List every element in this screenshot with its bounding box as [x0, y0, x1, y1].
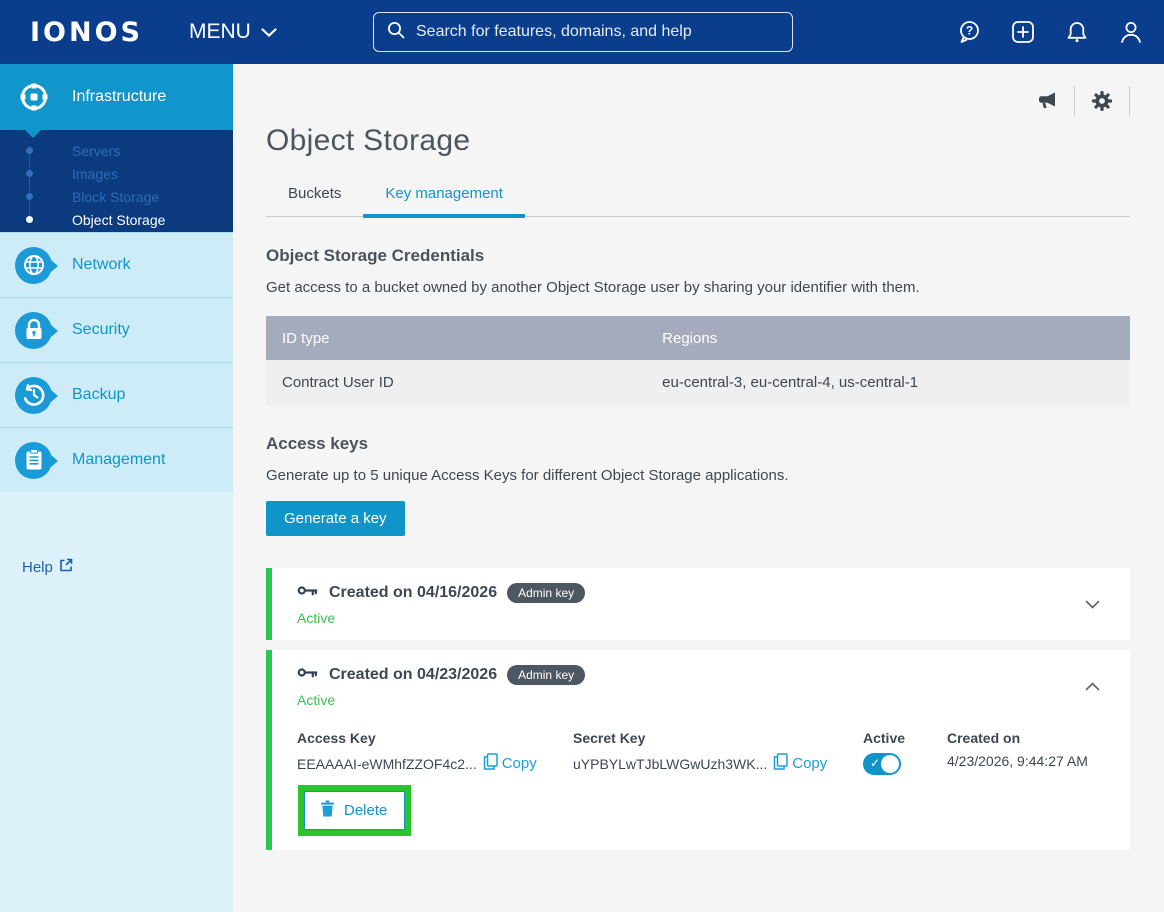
access-key-value: EEAAAAI-eWMhfZZOF4c2...: [297, 756, 477, 772]
access-key-column: Access Key EEAAAAI-eWMhfZZOF4c2... Copy: [297, 730, 573, 775]
key-icon: [297, 583, 319, 603]
bullet-icon: [26, 193, 33, 200]
icon-separator: [1129, 86, 1130, 116]
key-status: Active: [297, 610, 1100, 626]
settings-gear-icon[interactable]: [1089, 88, 1115, 114]
search-icon: [386, 20, 406, 45]
infrastructure-icon: [15, 79, 52, 116]
secret-key-label: Secret Key: [573, 730, 863, 746]
copy-access-key-link[interactable]: Copy: [483, 753, 537, 774]
external-link-icon: [59, 558, 73, 576]
annotation-highlight-box: Delete: [298, 785, 411, 836]
access-key-card-2: Created on 04/23/2026 Admin key Active A…: [266, 650, 1130, 850]
access-keys-heading: Access keys: [266, 434, 1130, 454]
management-clipboard-icon: [15, 442, 52, 479]
access-key-list: Created on 04/16/2026 Admin key Active C…: [266, 568, 1130, 850]
announcements-megaphone-icon[interactable]: [1034, 88, 1060, 114]
sidebar-item-infrastructure[interactable]: Infrastructure: [0, 64, 233, 130]
tab-bar: Buckets Key management: [266, 185, 1130, 217]
trash-icon: [320, 800, 335, 821]
sidebar-item-network[interactable]: Network: [0, 232, 233, 297]
network-globe-icon: [15, 247, 52, 284]
sidebar-item-images[interactable]: Images: [0, 162, 233, 185]
account-icon[interactable]: [1116, 17, 1146, 47]
key-card-header: Created on 04/16/2026 Admin key: [297, 583, 1100, 603]
search-input[interactable]: [416, 23, 780, 41]
submenu-notch: [25, 130, 41, 138]
delete-key-button[interactable]: Delete: [304, 791, 405, 830]
menu-button[interactable]: MENU: [189, 20, 277, 44]
help-link[interactable]: Help: [22, 558, 73, 576]
bullet-icon: [26, 216, 33, 223]
ionos-cloud-panel: IONOS MENU ?: [0, 0, 1164, 912]
admin-key-badge: Admin key: [507, 583, 585, 603]
backup-clock-icon: [15, 377, 52, 414]
sidebar-item-servers[interactable]: Servers: [0, 139, 233, 162]
access-keys-description: Generate up to 5 unique Access Keys for …: [266, 467, 1130, 484]
page-title: Object Storage: [266, 124, 1130, 158]
sidebar-item-block-storage[interactable]: Block Storage: [0, 185, 233, 208]
chevron-down-icon: [261, 20, 277, 44]
generate-key-button[interactable]: Generate a key: [266, 501, 405, 536]
active-toggle[interactable]: ✓: [863, 753, 901, 775]
infrastructure-submenu: Servers Images Block Storage Object Stor…: [0, 130, 233, 232]
cell-regions: eu-central-3, eu-central-4, us-central-1: [646, 360, 1130, 405]
key-card-header: Created on 04/23/2026 Admin key: [297, 665, 1100, 685]
created-on-value: 4/23/2026, 9:44:27 AM: [947, 753, 1088, 769]
icon-separator: [1074, 86, 1075, 116]
sidebar-item-security[interactable]: Security: [0, 297, 233, 362]
page-action-icons: [266, 88, 1130, 114]
sidebar-item-backup[interactable]: Backup: [0, 362, 233, 427]
main-content: Object Storage Buckets Key management Ob…: [233, 64, 1164, 912]
check-icon: ✓: [870, 756, 880, 770]
sidebar: Infrastructure Servers Images Block Stor…: [0, 64, 233, 912]
active-label: Active: [863, 730, 947, 746]
toggle-knob: [881, 755, 899, 773]
add-icon[interactable]: [1008, 17, 1038, 47]
copy-icon: [773, 753, 788, 774]
copy-secret-key-link[interactable]: Copy: [773, 753, 827, 774]
security-lock-icon: [15, 312, 52, 349]
created-on-label: Created on: [947, 730, 1088, 746]
bullet-icon: [26, 170, 33, 177]
column-header-id-type: ID type: [266, 316, 646, 360]
global-search[interactable]: [373, 12, 793, 52]
copy-icon: [483, 753, 498, 774]
admin-key-badge: Admin key: [507, 665, 585, 685]
credentials-table: ID type Regions Contract User ID eu-cent…: [266, 316, 1130, 405]
access-key-label: Access Key: [297, 730, 573, 746]
created-on-column: Created on 4/23/2026, 9:44:27 AM: [947, 730, 1088, 775]
access-key-card-1: Created on 04/16/2026 Admin key Active: [266, 568, 1130, 640]
bullet-icon: [26, 147, 33, 154]
key-created-label: Created on 04/23/2026: [329, 666, 497, 684]
sidebar-item-label: Infrastructure: [72, 88, 166, 106]
help-chat-icon[interactable]: ?: [954, 17, 984, 47]
expand-chevron-down-icon[interactable]: [1085, 596, 1100, 614]
tab-buckets[interactable]: Buckets: [266, 185, 363, 216]
key-icon: [297, 665, 319, 685]
top-bar: IONOS MENU ?: [0, 0, 1164, 64]
tab-key-management[interactable]: Key management: [363, 185, 525, 216]
svg-text:?: ?: [966, 24, 973, 38]
topbar-icon-group: ?: [954, 0, 1146, 64]
cell-id-type: Contract User ID: [266, 360, 646, 405]
ionos-logo[interactable]: IONOS: [30, 17, 143, 48]
secret-key-column: Secret Key uYPBYLwTJbLWGwUzh3WK... Copy: [573, 730, 863, 775]
key-details-row: Access Key EEAAAAI-eWMhfZZOF4c2... Copy: [297, 730, 1100, 775]
table-row: Contract User ID eu-central-3, eu-centra…: [266, 360, 1130, 405]
sidebar-item-management[interactable]: Management: [0, 427, 233, 492]
sidebar-item-object-storage[interactable]: Object Storage: [0, 208, 233, 231]
secret-key-value: uYPBYLwTJbLWGwUzh3WK...: [573, 756, 767, 772]
menu-label: MENU: [189, 20, 251, 44]
notifications-icon[interactable]: [1062, 17, 1092, 47]
credentials-description: Get access to a bucket owned by another …: [266, 279, 1130, 296]
credentials-heading: Object Storage Credentials: [266, 246, 1130, 266]
key-created-label: Created on 04/16/2026: [329, 584, 497, 602]
collapse-chevron-up-icon[interactable]: [1085, 678, 1100, 696]
key-status: Active: [297, 692, 1100, 708]
column-header-regions: Regions: [646, 316, 1130, 360]
active-toggle-column: Active ✓: [863, 730, 947, 775]
